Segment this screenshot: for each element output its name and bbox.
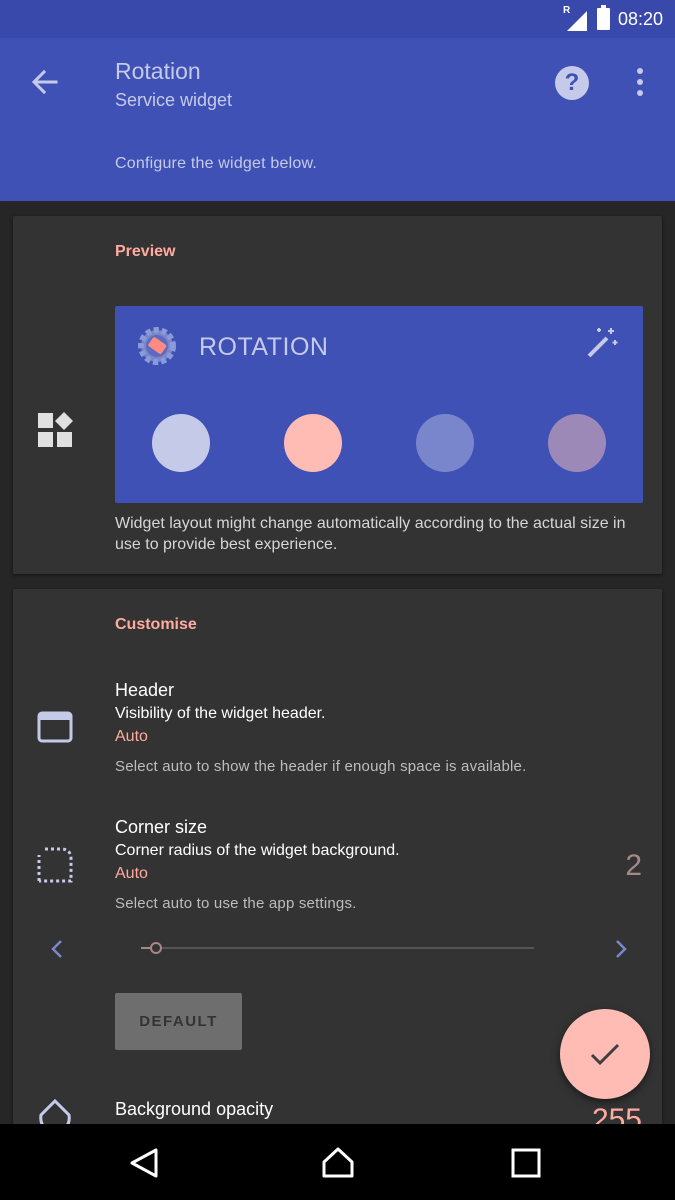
signal-icon: R <box>563 5 589 31</box>
configure-description: Configure the widget below. <box>115 155 317 172</box>
header-window-icon <box>37 711 73 743</box>
check-icon <box>590 1043 620 1066</box>
header-setting-title[interactable]: Header <box>115 680 174 701</box>
background-opacity-title[interactable]: Background opacity <box>115 1099 273 1120</box>
navigation-bar <box>0 1124 675 1200</box>
corner-size-slider-thumb[interactable] <box>150 942 162 954</box>
header-setting-value[interactable]: Auto <box>115 728 148 746</box>
nav-home-icon[interactable] <box>321 1146 355 1180</box>
nav-back-icon[interactable] <box>128 1146 162 1180</box>
default-button[interactable]: DEFAULT <box>115 993 242 1050</box>
page-subtitle: Service widget <box>115 90 233 110</box>
customise-section-title: Customise <box>115 616 197 633</box>
rotation-app-icon <box>138 327 176 365</box>
widget-action-dot-1[interactable] <box>152 414 210 472</box>
widget-action-dot-3[interactable] <box>416 414 474 472</box>
nav-recents-icon[interactable] <box>509 1146 543 1180</box>
more-options-icon[interactable] <box>628 66 652 98</box>
status-bar: R 08:20 <box>0 0 675 38</box>
corner-size-icon <box>37 847 73 883</box>
preview-section-title: Preview <box>115 243 176 260</box>
help-icon[interactable]: ? <box>555 66 589 100</box>
slider-increase-icon[interactable] <box>611 937 631 961</box>
battery-icon <box>596 5 610 30</box>
page-title: Rotation <box>115 58 201 84</box>
widget-preview[interactable]: ROTATION <box>115 306 643 503</box>
status-icons: R 08:20 <box>563 5 663 32</box>
back-arrow-icon[interactable] <box>28 66 60 98</box>
widgets-icon <box>38 412 73 447</box>
corner-size-title[interactable]: Corner size <box>115 817 207 838</box>
widget-action-dot-4[interactable] <box>548 414 606 472</box>
corner-size-slider-fill <box>141 947 150 949</box>
header-setting-summary: Visibility of the widget header. <box>115 705 326 722</box>
preview-card: Preview ROTATION Widget layout might cha… <box>13 216 662 574</box>
corner-size-number: 2 <box>625 849 642 882</box>
status-time: 08:20 <box>617 8 663 29</box>
corner-size-value[interactable]: Auto <box>115 865 148 883</box>
header-setting-hint: Select auto to show the header if enough… <box>115 758 527 775</box>
widget-title: ROTATION <box>199 333 329 361</box>
corner-size-summary: Corner radius of the widget background. <box>115 842 400 859</box>
slider-decrease-icon[interactable] <box>47 937 67 961</box>
preview-note: Widget layout might change automatically… <box>115 515 626 553</box>
widget-action-dot-2[interactable] <box>284 414 342 472</box>
corner-size-slider-track[interactable] <box>141 947 534 949</box>
app-bar: Rotation Service widget ? Configure the … <box>0 38 675 201</box>
confirm-fab[interactable] <box>560 1009 650 1099</box>
corner-size-hint: Select auto to use the app settings. <box>115 895 357 912</box>
magic-wand-icon[interactable] <box>585 326 619 360</box>
